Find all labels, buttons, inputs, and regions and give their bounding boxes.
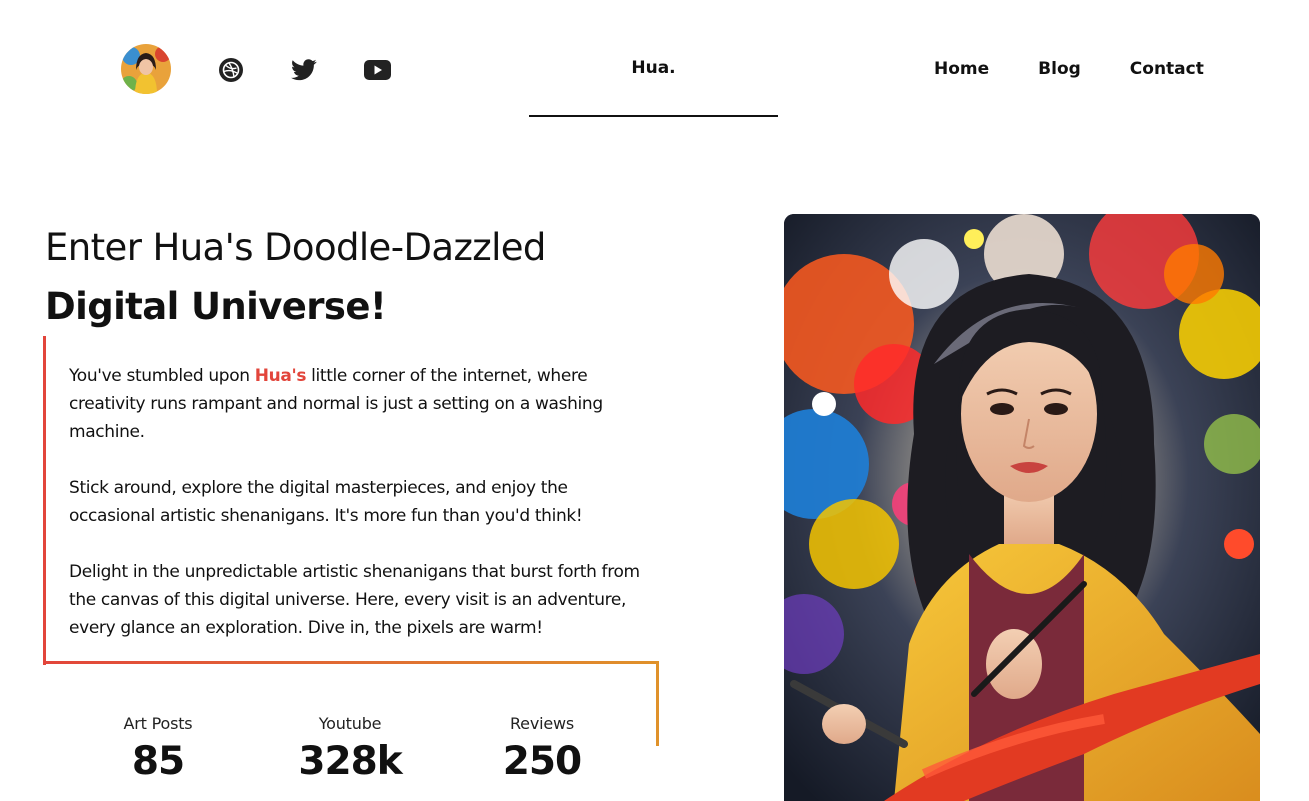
intro-text: You've stumbled upon Hua's little corner…: [69, 362, 644, 670]
intro-highlight-name: Hua's: [254, 366, 307, 386]
stat-label: Art Posts: [123, 714, 193, 733]
youtube-icon: [363, 60, 391, 80]
stat-label: Youtube: [318, 714, 382, 733]
frame-right-border: [656, 661, 659, 746]
brand-underline: [529, 115, 778, 117]
intro-p1-before: You've stumbled upon: [69, 366, 255, 386]
twitter-icon: [291, 59, 317, 81]
nav-blog[interactable]: Blog: [1038, 59, 1081, 79]
intro-paragraph-2: Stick around, explore the digital master…: [69, 478, 583, 526]
frame-left-border: [43, 336, 46, 665]
hero-title-line1: Enter Hua's Doodle-Dazzled: [45, 226, 546, 269]
stat-value: 85: [131, 739, 185, 784]
youtube-link[interactable]: [363, 56, 391, 84]
avatar[interactable]: [121, 44, 171, 94]
twitter-link[interactable]: [290, 56, 318, 84]
portrait-artwork: [784, 214, 1260, 801]
intro-paragraph-3: Delight in the unpredictable artistic sh…: [69, 562, 640, 638]
nav-home[interactable]: Home: [934, 59, 989, 79]
brand-logo[interactable]: Hua.: [529, 58, 778, 78]
intro-paragraph-1: You've stumbled upon Hua's little corner…: [69, 362, 644, 446]
nav-contact[interactable]: Contact: [1130, 59, 1204, 79]
hero-portrait-image: [784, 214, 1260, 801]
dribbble-icon: [219, 58, 243, 82]
stat-reviews: Reviews 250: [462, 714, 622, 784]
stat-youtube: Youtube 328k: [270, 714, 430, 784]
stat-value: 328k: [298, 739, 402, 784]
stat-art-posts: Art Posts 85: [78, 714, 238, 784]
stat-label: Reviews: [509, 714, 575, 733]
stat-value: 250: [502, 739, 582, 784]
dribbble-link[interactable]: [217, 56, 245, 84]
main-nav: Home Blog Contact: [934, 59, 1204, 79]
hero-title-line2: Digital Universe!: [45, 285, 387, 328]
avatar-image: [121, 44, 171, 94]
